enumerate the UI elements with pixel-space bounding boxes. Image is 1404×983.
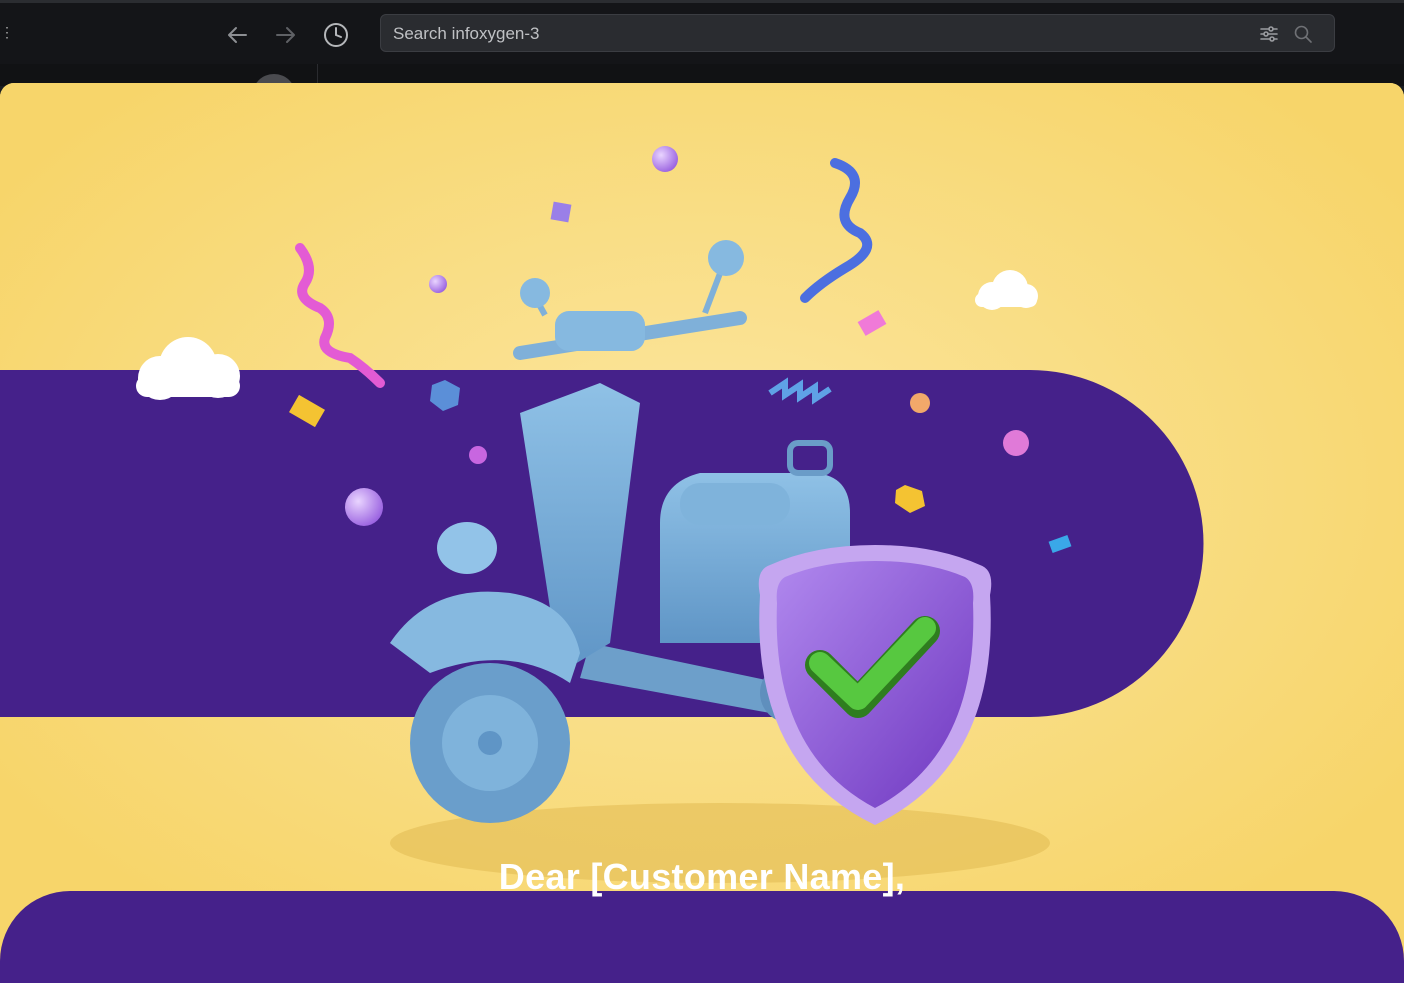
email-greeting: Dear [Customer Name], [498,856,906,897]
top-toolbar: ⋮ [0,0,1404,64]
arrow-right-icon [276,27,295,43]
hero-illustration [0,83,1404,983]
arrow-left-icon [228,27,247,43]
greeting-band [0,891,1404,983]
email-preview-card [0,83,1404,983]
magnifier-icon[interactable] [1293,24,1313,44]
search-bar[interactable] [380,14,1335,53]
history-button[interactable] [322,21,350,49]
search-input[interactable] [391,15,1255,53]
window-grip-icon[interactable]: ⋮ [0,25,14,39]
sliders-icon[interactable] [1259,24,1279,44]
clock-icon [324,23,348,47]
back-button[interactable] [223,21,251,49]
forward-button[interactable] [272,21,300,49]
